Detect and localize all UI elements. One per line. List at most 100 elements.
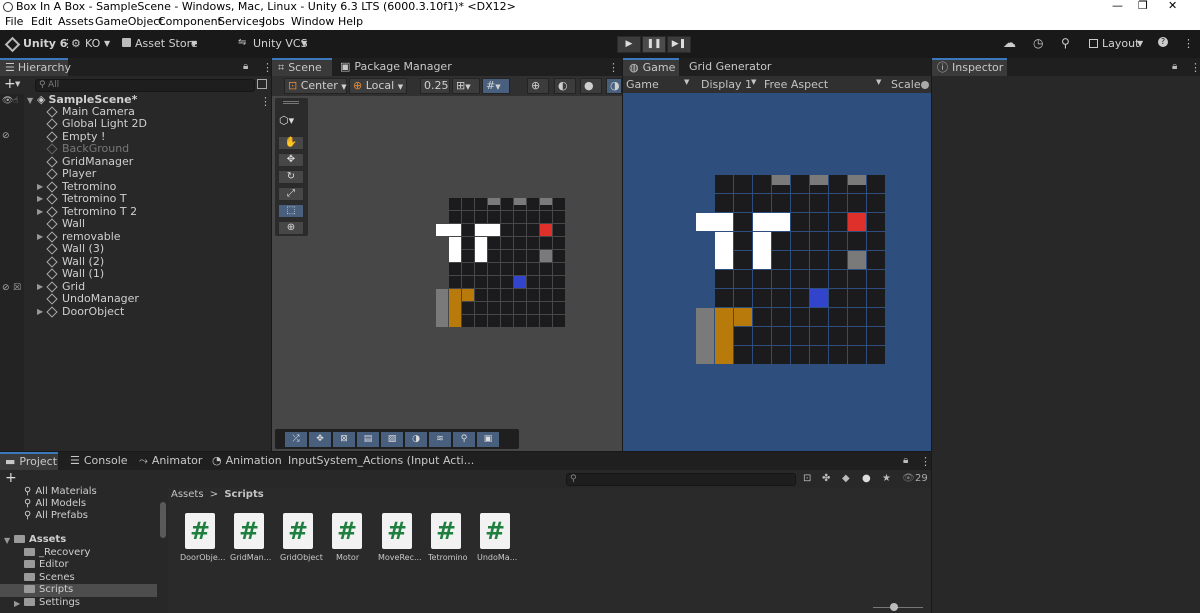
- camera-icon[interactable]: ▣: [477, 432, 499, 447]
- vcs-button[interactable]: Unity VCS: [253, 37, 308, 50]
- pattern-icon[interactable]: ▨: [381, 432, 403, 447]
- inspector-lock-icon[interactable]: 🔒︎: [1172, 61, 1177, 72]
- tab-animation[interactable]: ◔ Animation: [212, 452, 282, 470]
- tab-grid-generator[interactable]: Grid Generator: [689, 58, 771, 76]
- tab-animator[interactable]: ⤳ Animator: [139, 452, 202, 470]
- scale-tool[interactable]: ⤢: [278, 187, 304, 201]
- hierarchy-item-tetromino-t[interactable]: Tetromino T: [46, 193, 127, 205]
- toolbar-menu-icon[interactable]: ⋮: [1183, 37, 1194, 50]
- tab-project[interactable]: ▬ Project: [0, 452, 58, 470]
- game-mode-dropdown[interactable]: Game ▼: [626, 78, 692, 91]
- hand-tool[interactable]: ✋: [278, 136, 304, 150]
- transform-tool[interactable]: ⊕: [278, 221, 304, 235]
- snap-increment-field[interactable]: 0.25: [420, 78, 450, 94]
- hierarchy-item-doorobject[interactable]: DoorObject: [46, 306, 124, 318]
- unity-version-label[interactable]: Unity 6: [23, 37, 67, 50]
- sprite-icon[interactable]: ▤: [357, 432, 379, 447]
- settings-expand-arrow[interactable]: ▶: [14, 599, 20, 608]
- hidden-packages-icon[interactable]: 👁︎: [902, 473, 915, 484]
- pause-button[interactable]: ❚❚: [642, 36, 666, 53]
- scene-root-menu-icon[interactable]: ⋮: [260, 95, 271, 108]
- expand-arrow-doorobject[interactable]: ▶: [37, 307, 43, 316]
- create-button[interactable]: +: [4, 76, 16, 92]
- step-button[interactable]: ▶❚: [667, 36, 691, 53]
- menu-gameobject[interactable]: GameObject: [95, 14, 164, 30]
- game-view[interactable]: [696, 175, 892, 364]
- tag-icon[interactable]: ◆: [842, 473, 850, 484]
- script-asset-doorobject[interactable]: #: [185, 513, 215, 549]
- light-icon[interactable]: ◑: [405, 432, 427, 447]
- pivot-mode-dropdown[interactable]: ⊡ Center ▼: [284, 78, 347, 94]
- minimize-button[interactable]: —: [1112, 0, 1123, 12]
- pivot-space-dropdown[interactable]: ⊕ Local ▼: [349, 78, 407, 94]
- lock-icon[interactable]: 🔒︎: [243, 61, 248, 72]
- hierarchy-item-global-light[interactable]: Global Light 2D: [46, 118, 147, 130]
- script-asset-motor[interactable]: #: [332, 513, 362, 549]
- navigation-icon[interactable]: ⤮: [285, 432, 307, 447]
- hidden-eye-icon[interactable]: ⊘: [2, 131, 10, 141]
- size-slider-track[interactable]: [873, 607, 923, 608]
- hierarchy-item-background[interactable]: BackGround: [46, 143, 129, 155]
- hierarchy-item-undomanager[interactable]: UndoManager: [46, 293, 139, 305]
- unpickable-icon[interactable]: ☒: [13, 283, 21, 293]
- menu-edit[interactable]: Edit: [31, 14, 52, 30]
- tilemap-icon[interactable]: ⊠: [333, 432, 355, 447]
- expand-arrow-removable[interactable]: ▶: [37, 232, 43, 241]
- restore-button[interactable]: ❐: [1138, 0, 1148, 12]
- hierarchy-item-wall-1[interactable]: Wall (1): [46, 268, 104, 280]
- hidden-eye-icon-grid[interactable]: ⊘: [2, 283, 10, 293]
- menu-help[interactable]: Help: [338, 14, 363, 30]
- help-icon[interactable]: ?: [1158, 37, 1168, 47]
- orientation-button[interactable]: ⊕: [527, 78, 549, 94]
- search-by-type-icon[interactable]: ⊡: [803, 473, 811, 484]
- tool-context-dropdown[interactable]: ⬡▾: [279, 114, 294, 127]
- play-button[interactable]: ▶: [617, 36, 641, 53]
- search-field[interactable]: ⚲ All: [35, 79, 255, 92]
- menu-jobs[interactable]: Jobs: [262, 14, 285, 30]
- expand-arrow-tetromino-t2[interactable]: ▶: [37, 207, 43, 216]
- overlay-drag-handle[interactable]: [283, 101, 299, 104]
- menu-file[interactable]: File: [5, 14, 23, 30]
- hierarchy-item-wall-3[interactable]: Wall (3): [46, 243, 104, 255]
- tab-inspector[interactable]: ⓘ Inspector: [932, 58, 1007, 76]
- lighting-button[interactable]: ●: [580, 78, 602, 94]
- tree-folder-editor[interactable]: Editor: [24, 559, 69, 571]
- menu-assets[interactable]: Assets: [58, 14, 94, 30]
- asset-store-button[interactable]: Asset Store: [135, 37, 198, 50]
- tree-folder-recovery[interactable]: _Recovery: [24, 547, 90, 559]
- rect-tool[interactable]: ⬚: [278, 204, 304, 218]
- tree-scrollbar[interactable]: [160, 502, 166, 538]
- close-button[interactable]: ✕: [1168, 0, 1177, 12]
- scene-preview[interactable]: [436, 198, 566, 327]
- tab-hierarchy[interactable]: ☰ Hierarchy: [0, 58, 71, 76]
- menu-component[interactable]: Component: [158, 14, 222, 30]
- account-button[interactable]: KO: [85, 37, 100, 50]
- project-create-button[interactable]: +: [5, 470, 17, 486]
- expand-arrow-grid[interactable]: ▶: [37, 282, 43, 291]
- hierarchy-item-wall[interactable]: Wall: [46, 218, 85, 230]
- favorite-icon[interactable]: ★: [882, 473, 891, 484]
- script-asset-gridobject[interactable]: #: [283, 513, 313, 549]
- layout-dropdown[interactable]: Layout: [1102, 37, 1139, 50]
- favorites-all-models[interactable]: ⚲ All Models: [24, 498, 86, 510]
- error-filter-icon[interactable]: ●: [862, 473, 871, 484]
- search-by-label-icon[interactable]: ✤: [822, 473, 830, 484]
- expand-arrow-tetromino[interactable]: ▶: [37, 182, 43, 191]
- tab-input-actions[interactable]: InputSystem_Actions (Input Acti...: [288, 452, 474, 470]
- project-menu-icon[interactable]: ⋮: [920, 455, 931, 468]
- tree-folder-scenes[interactable]: Scenes: [24, 572, 75, 584]
- snap-toggle[interactable]: ⊞▼: [452, 78, 480, 94]
- tab-package-manager[interactable]: ▣ Package Manager: [340, 58, 452, 76]
- grid-toggle[interactable]: #▼: [482, 78, 510, 94]
- aspect-dropdown[interactable]: Free Aspect ▼: [764, 78, 884, 91]
- move-tool[interactable]: ✥: [278, 153, 304, 167]
- layers-icon[interactable]: ≋: [429, 432, 451, 447]
- menu-services[interactable]: Services: [218, 14, 264, 30]
- tab-console[interactable]: ☰ Console: [70, 452, 128, 470]
- tree-folder-settings[interactable]: Settings: [24, 597, 80, 609]
- inspector-menu-icon[interactable]: ⋮: [1190, 61, 1200, 74]
- tab-game[interactable]: ◍ Game: [623, 58, 679, 76]
- script-asset-gridmanager[interactable]: #: [234, 513, 264, 549]
- script-asset-tetromino[interactable]: #: [431, 513, 461, 549]
- favorites-all-prefabs[interactable]: ⚲ All Prefabs: [24, 510, 88, 522]
